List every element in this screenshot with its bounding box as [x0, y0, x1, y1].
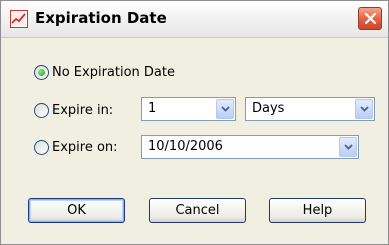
amount-dropdown-button[interactable]	[216, 99, 234, 119]
chevron-down-icon	[360, 106, 369, 112]
chevron-down-icon	[221, 106, 230, 112]
cancel-button[interactable]: Cancel	[149, 198, 246, 223]
expire-on-date-picker[interactable]: 10/10/2006	[141, 135, 359, 159]
dialog-title: Expiration Date	[35, 9, 167, 27]
option-no-expiration[interactable]: No Expiration Date	[34, 64, 234, 84]
close-icon	[364, 12, 377, 25]
expire-on-radio[interactable]	[34, 140, 49, 155]
expire-on-label: Expire on:	[52, 140, 118, 155]
expire-in-unit-select[interactable]: Days	[245, 97, 375, 121]
unit-dropdown-button[interactable]	[355, 99, 373, 119]
no-expiration-radio[interactable]	[34, 65, 49, 80]
option-expire-on[interactable]: Expire on:	[34, 139, 134, 159]
expiration-date-dialog: Expiration Date No Expiration Date Expir…	[0, 0, 389, 245]
date-dropdown-button[interactable]	[339, 137, 357, 157]
ok-button[interactable]: OK	[28, 198, 125, 223]
no-expiration-label: No Expiration Date	[52, 65, 175, 80]
expire-in-amount-value: 1	[148, 101, 157, 116]
expire-in-unit-value: Days	[252, 101, 285, 116]
expire-in-label: Expire in:	[52, 103, 114, 118]
close-button[interactable]	[358, 7, 382, 30]
expire-on-date-value: 10/10/2006	[148, 139, 223, 154]
chevron-down-icon	[344, 144, 353, 150]
option-expire-in[interactable]: Expire in:	[34, 102, 134, 122]
title-bar: Expiration Date	[1, 1, 388, 38]
expire-in-radio[interactable]	[34, 103, 49, 118]
help-button[interactable]: Help	[269, 198, 366, 223]
chart-app-icon	[10, 10, 28, 28]
expire-in-amount-select[interactable]: 1	[141, 97, 236, 121]
